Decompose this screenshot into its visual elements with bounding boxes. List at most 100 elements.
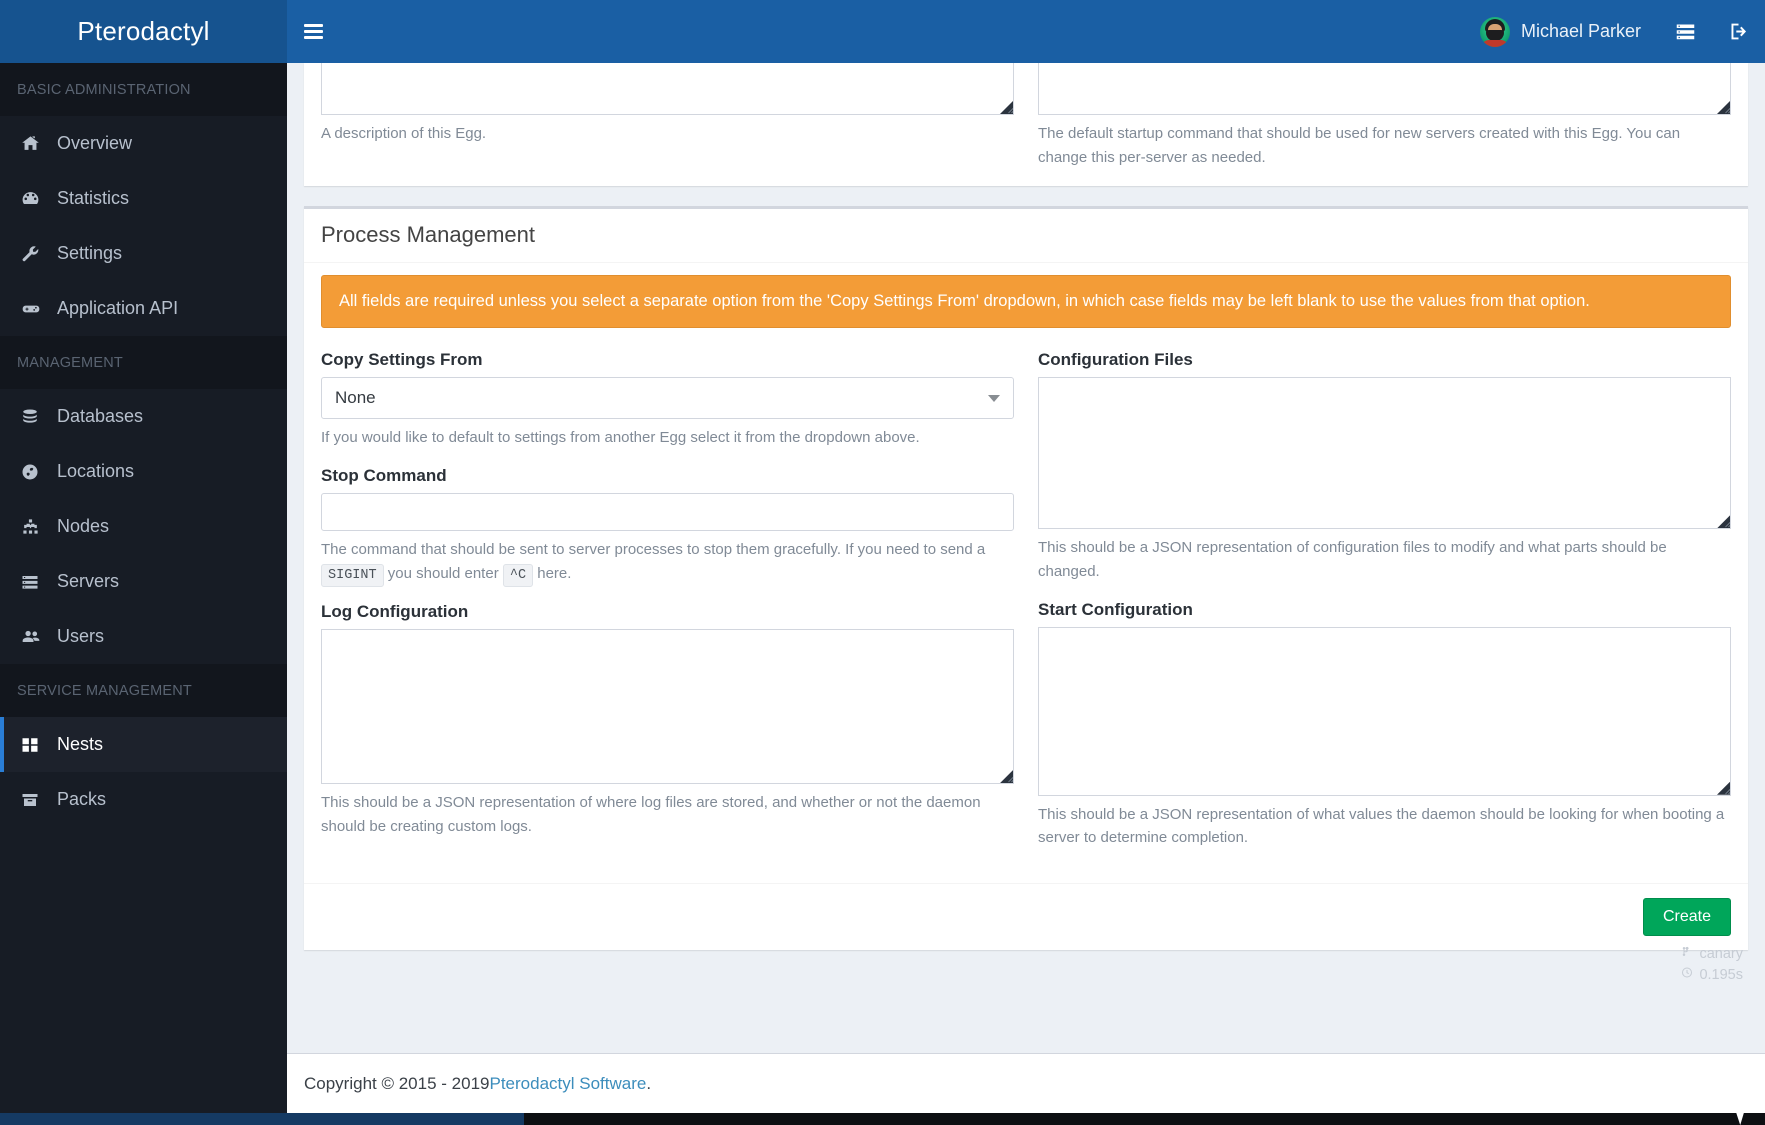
copy-settings-from-select[interactable]: None xyxy=(321,377,1014,420)
home-icon xyxy=(21,134,57,153)
start-configuration-textarea[interactable] xyxy=(1038,626,1731,796)
sidebar-item-label: Application API xyxy=(57,298,179,318)
gamepad-icon xyxy=(21,299,57,319)
resize-grip-icon[interactable] xyxy=(1717,781,1730,795)
sidebar-item-packs[interactable]: Packs xyxy=(0,772,287,827)
user-menu[interactable]: Michael Parker xyxy=(1466,0,1659,63)
load-time-info: 0.195s xyxy=(1681,965,1743,986)
egg-description-textarea[interactable] xyxy=(321,63,1014,115)
database-icon xyxy=(21,408,57,426)
sidebar-item-label: Users xyxy=(57,626,105,646)
start-configuration-help: This should be a JSON representation of … xyxy=(1038,805,1725,847)
code-branch-icon xyxy=(1681,944,1693,965)
copyright-prefix: Copyright © 2015 - 2019 xyxy=(304,1073,490,1093)
sidebar-item-nodes[interactable]: Nodes xyxy=(0,499,287,554)
sidebar-item-settings[interactable]: Settings xyxy=(0,226,287,281)
sidebar-item-label: Settings xyxy=(57,243,123,263)
sidebar-item-label: Servers xyxy=(57,571,120,591)
copyright-suffix: . xyxy=(646,1073,652,1093)
sidebar-section-basic-administration: BASIC ADMINISTRATION xyxy=(0,63,287,116)
sign-out-icon[interactable] xyxy=(1712,0,1765,63)
globe-icon xyxy=(21,463,57,481)
sidebar-item-label: Locations xyxy=(57,461,135,481)
configuration-files-group: Configuration Files This should be a JSO… xyxy=(1038,350,1731,583)
dashboard-icon xyxy=(21,189,57,208)
stop-command-help: The command that should be sent to serve… xyxy=(321,538,1014,587)
right-form-column: Configuration Files This should be a JSO… xyxy=(1026,350,1743,866)
start-configuration-group: Start Configuration This should be a JSO… xyxy=(1038,600,1731,850)
configuration-files-help: This should be a JSON representation of … xyxy=(1038,539,1667,581)
chevron-down-icon xyxy=(988,395,1000,403)
sidebar-section-service-management: SERVICE MANAGEMENT xyxy=(0,664,287,717)
sidebar: Pterodactyl BASIC ADMINISTRATION Overvie… xyxy=(0,0,287,1125)
content-area: A description of this Egg. The default s… xyxy=(287,63,1765,1125)
process-management-footer: Create xyxy=(304,883,1748,951)
copy-settings-from-value: None xyxy=(335,388,376,408)
hamburger-icon[interactable] xyxy=(287,0,339,63)
log-configuration-label: Log Configuration xyxy=(321,602,469,622)
wrench-icon xyxy=(21,244,57,263)
sidebar-item-locations[interactable]: Locations xyxy=(0,444,287,499)
sidebar-item-servers[interactable]: Servers xyxy=(0,554,287,609)
avatar xyxy=(1479,16,1510,47)
sidebar-item-databases[interactable]: Databases xyxy=(0,389,287,444)
create-button[interactable]: Create xyxy=(1642,898,1731,937)
configuration-files-textarea[interactable] xyxy=(1038,377,1731,530)
sidebar-section-management: MANAGEMENT xyxy=(0,336,287,389)
ctrl-c-code: ^C xyxy=(502,563,534,587)
load-time-label: 0.195s xyxy=(1699,967,1743,984)
sidebar-item-overview[interactable]: Overview xyxy=(0,116,287,171)
stop-command-input[interactable] xyxy=(321,493,1014,532)
sidebar-item-label: Overview xyxy=(57,133,133,153)
info-alert: All fields are required unless you selec… xyxy=(321,274,1731,329)
brand-title[interactable]: Pterodactyl xyxy=(0,0,287,63)
browser-chrome-bottom xyxy=(0,1113,1765,1125)
pterodactyl-software-link[interactable]: Pterodactyl Software xyxy=(489,1074,646,1094)
topbar-right-cluster: Michael Parker xyxy=(1466,0,1765,63)
sidebar-item-application-api[interactable]: Application API xyxy=(0,281,287,336)
user-name-label: Michael Parker xyxy=(1520,21,1641,41)
stop-command-group: Stop Command The command that should be … xyxy=(321,466,1014,587)
startup-command-group: The default startup command that should … xyxy=(1026,63,1743,169)
server-icon[interactable] xyxy=(1659,0,1712,63)
admin-page: Pterodactyl BASIC ADMINISTRATION Overvie… xyxy=(0,0,1765,1125)
stop-command-label: Stop Command xyxy=(321,466,447,486)
clock-icon xyxy=(1681,965,1693,986)
stop-command-help-text-2: you should enter xyxy=(387,564,499,582)
server-icon xyxy=(21,573,57,591)
startup-command-help: The default startup command that should … xyxy=(1038,125,1681,166)
version-info: canary 0.195s xyxy=(1681,944,1743,986)
stop-command-help-text-1: The command that should be sent to serve… xyxy=(321,541,986,559)
sidebar-item-label: Nests xyxy=(57,734,104,754)
branch-label: canary xyxy=(1699,946,1743,962)
sidebar-item-users[interactable]: Users xyxy=(0,609,287,664)
browser-chrome-accent xyxy=(0,1113,524,1125)
resize-grip-icon[interactable] xyxy=(1717,101,1730,114)
egg-description-help: A description of this Egg. xyxy=(321,125,487,142)
page-title: Process Management xyxy=(321,222,535,248)
process-management-box: Process Management All fields are requir… xyxy=(304,206,1748,951)
sidebar-item-label: Databases xyxy=(57,406,144,426)
egg-configuration-card: A description of this Egg. The default s… xyxy=(304,63,1748,187)
stop-command-help-text-3: here. xyxy=(537,564,572,582)
resize-grip-icon[interactable] xyxy=(1000,770,1013,784)
log-configuration-group: Log Configuration This should be a JSON … xyxy=(321,602,1014,838)
egg-description-group: A description of this Egg. xyxy=(309,63,1026,169)
resize-grip-icon[interactable] xyxy=(1717,515,1730,529)
page-footer: Copyright © 2015 - 2019 Pterodactyl Soft… xyxy=(287,1053,1765,1113)
log-configuration-textarea[interactable] xyxy=(321,629,1014,785)
start-configuration-label: Start Configuration xyxy=(1038,599,1193,619)
th-large-icon xyxy=(21,736,57,754)
configuration-files-label: Configuration Files xyxy=(1038,350,1193,370)
sidebar-item-nests[interactable]: Nests xyxy=(0,717,287,772)
archive-icon xyxy=(21,791,57,809)
sidebar-item-label: Nodes xyxy=(57,516,110,536)
sitemap-icon xyxy=(21,517,57,536)
startup-command-textarea[interactable] xyxy=(1038,63,1731,115)
branch-info: canary xyxy=(1681,944,1743,965)
copy-settings-from-group: Copy Settings From None If you would lik… xyxy=(321,350,1014,450)
process-management-header: Process Management xyxy=(304,209,1748,263)
top-navbar: Michael Parker xyxy=(287,0,1765,63)
resize-grip-icon[interactable] xyxy=(1000,101,1013,114)
sidebar-item-statistics[interactable]: Statistics xyxy=(0,171,287,226)
